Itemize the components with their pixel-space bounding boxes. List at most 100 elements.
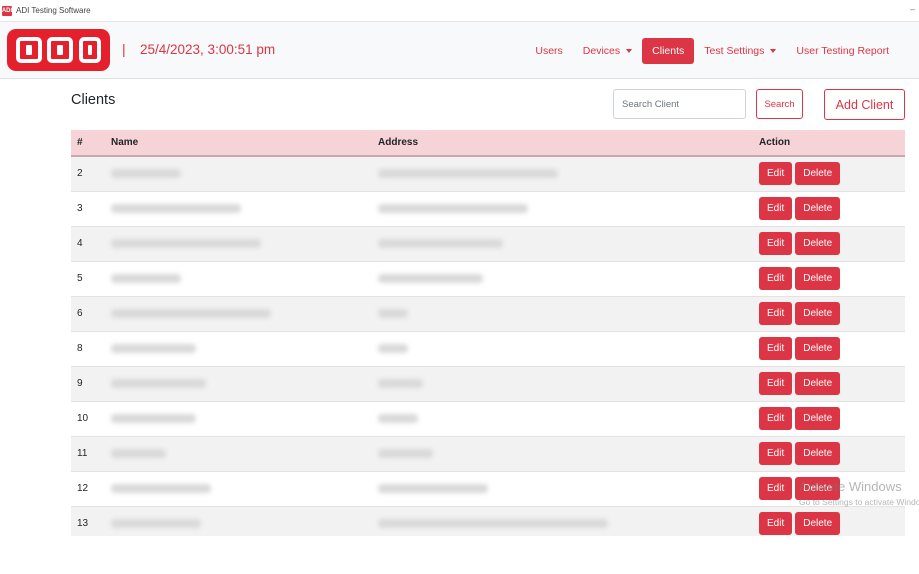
cell-client-address <box>372 366 753 402</box>
logo-letter-a <box>15 37 42 63</box>
column-header-number: # <box>71 130 105 157</box>
blurred-name <box>111 169 181 179</box>
cell-client-address <box>372 436 753 472</box>
cell-actions: Edit Delete <box>753 506 905 536</box>
cell-row-number: 10 <box>71 401 105 437</box>
blurred-name <box>111 413 196 423</box>
blurred-name <box>111 203 241 213</box>
column-header-address: Address <box>372 130 753 157</box>
edit-button[interactable]: Edit <box>759 232 793 255</box>
nav-link-test-settings[interactable]: Test Settings <box>694 39 786 63</box>
cell-actions: Edit Delete <box>753 156 905 192</box>
cell-actions: Edit Delete <box>753 191 905 227</box>
cell-client-name <box>105 191 372 227</box>
delete-button[interactable]: Delete <box>795 372 841 395</box>
cell-client-name <box>105 331 372 367</box>
edit-button[interactable]: Edit <box>759 477 793 500</box>
blurred-address <box>378 518 608 528</box>
column-header-name: Name <box>105 130 372 157</box>
navbar-datetime: 25/4/2023, 3:00:51 pm <box>140 42 276 57</box>
edit-button[interactable]: Edit <box>759 512 793 535</box>
nav-link-label: User Testing Report <box>796 45 889 57</box>
minimize-button[interactable]: – <box>910 4 915 14</box>
nav-link-devices[interactable]: Devices <box>573 39 642 63</box>
cell-client-name <box>105 226 372 262</box>
delete-button[interactable]: Delete <box>795 477 841 500</box>
nav-link-user-testing-report[interactable]: User Testing Report <box>786 39 899 63</box>
blurred-name <box>111 343 196 353</box>
edit-button[interactable]: Edit <box>759 372 793 395</box>
delete-button[interactable]: Delete <box>795 442 841 465</box>
table-row: 10 Edit Delete <box>71 401 905 437</box>
edit-button[interactable]: Edit <box>759 162 793 186</box>
delete-button[interactable]: Delete <box>795 512 841 535</box>
logo-letter-i <box>79 37 102 63</box>
cell-client-address <box>372 226 753 262</box>
table-row: 8 Edit Delete <box>71 331 905 367</box>
blurred-name <box>111 378 206 388</box>
table-row: 3 Edit Delete <box>71 191 905 227</box>
blurred-name <box>111 518 201 528</box>
adi-logo[interactable] <box>7 29 110 71</box>
cell-actions: Edit Delete <box>753 331 905 367</box>
cell-row-number: 12 <box>71 471 105 507</box>
delete-button[interactable]: Delete <box>795 162 841 186</box>
delete-button[interactable]: Delete <box>795 197 841 220</box>
blurred-address <box>378 413 418 423</box>
nav-link-label: Test Settings <box>704 45 765 57</box>
cell-client-address <box>372 331 753 367</box>
cell-client-name <box>105 436 372 472</box>
nav-link-users[interactable]: Users <box>525 39 572 63</box>
blurred-name <box>111 483 211 493</box>
cell-row-number: 9 <box>71 366 105 402</box>
cell-row-number: 3 <box>71 191 105 227</box>
delete-button[interactable]: Delete <box>795 407 841 430</box>
window-title: ADI Testing Software <box>16 6 91 15</box>
cell-client-address <box>372 261 753 297</box>
blurred-address <box>378 273 483 283</box>
edit-button[interactable]: Edit <box>759 407 793 430</box>
blurred-address <box>378 483 488 493</box>
delete-button[interactable]: Delete <box>795 267 841 290</box>
edit-button[interactable]: Edit <box>759 267 793 290</box>
cell-row-number: 5 <box>71 261 105 297</box>
blurred-name <box>111 308 271 318</box>
cell-client-name <box>105 506 372 536</box>
table-row: 13 Edit Delete <box>71 506 905 536</box>
search-button[interactable]: Search <box>756 89 803 119</box>
cell-row-number: 13 <box>71 506 105 536</box>
cell-client-name <box>105 156 372 192</box>
search-input[interactable] <box>613 89 746 119</box>
delete-button[interactable]: Delete <box>795 232 841 255</box>
cell-row-number: 6 <box>71 296 105 332</box>
cell-client-address <box>372 471 753 507</box>
cell-client-address <box>372 191 753 227</box>
edit-button[interactable]: Edit <box>759 197 793 220</box>
caret-down-icon <box>626 49 633 54</box>
add-client-button[interactable]: Add Client <box>824 89 905 120</box>
blurred-address <box>378 378 423 388</box>
delete-button[interactable]: Delete <box>795 302 841 325</box>
nav-link-clients[interactable]: Clients <box>642 38 695 64</box>
adi-app-icon: ADI <box>1 5 13 16</box>
edit-button[interactable]: Edit <box>759 442 793 465</box>
table-header-row: # Name Address Action <box>71 130 905 157</box>
blurred-address <box>378 308 408 318</box>
cell-client-address <box>372 156 753 192</box>
cell-row-number: 4 <box>71 226 105 262</box>
edit-button[interactable]: Edit <box>759 337 793 360</box>
cell-actions: Edit Delete <box>753 296 905 332</box>
nav-links: Users Devices Clients Test Settings User Tes… <box>525 38 899 64</box>
cell-actions: Edit Delete <box>753 401 905 437</box>
table-row: 4 Edit Delete <box>71 226 905 262</box>
cell-row-number: 8 <box>71 331 105 367</box>
delete-button[interactable]: Delete <box>795 337 841 360</box>
blurred-address <box>378 169 558 179</box>
cell-client-name <box>105 261 372 297</box>
clients-table-container: # Name Address Action 2 Edit Delete 3 Edit De… <box>71 130 905 536</box>
clients-table: # Name Address Action 2 Edit Delete 3 Edit De… <box>71 130 905 536</box>
table-row: 5 Edit Delete <box>71 261 905 297</box>
blurred-address <box>378 448 433 458</box>
cell-actions: Edit Delete <box>753 436 905 472</box>
edit-button[interactable]: Edit <box>759 302 793 325</box>
